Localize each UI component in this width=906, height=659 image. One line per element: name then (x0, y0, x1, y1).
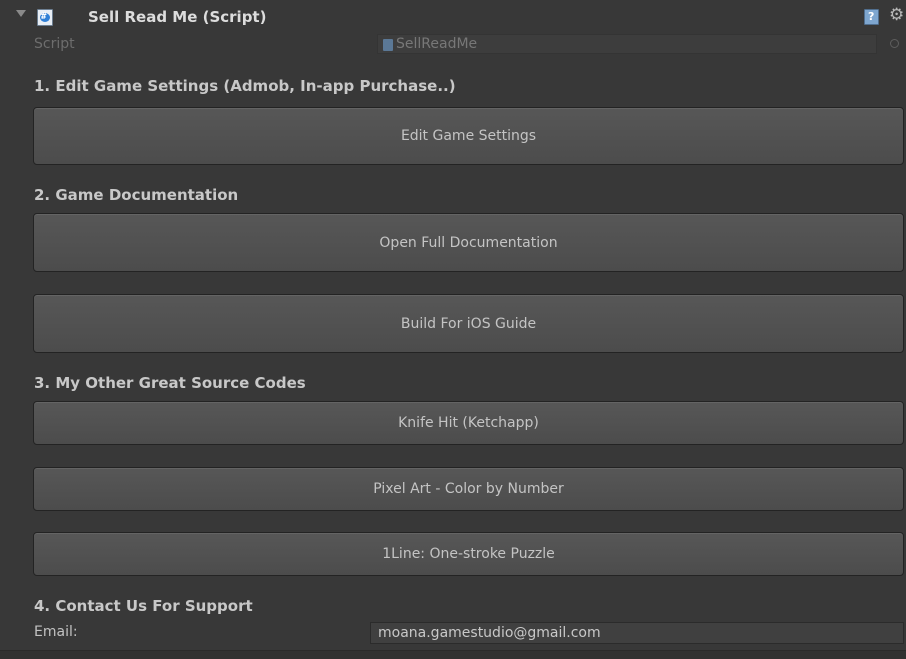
object-picker-icon[interactable] (890, 39, 899, 48)
ios-guide-button[interactable]: Build For iOS Guide (33, 294, 904, 353)
script-label: Script (34, 36, 75, 52)
pixel-art-button[interactable]: Pixel Art - Color by Number (33, 467, 904, 511)
component-header[interactable]: # Sell Read Me (Script) ? ⚙ (0, 0, 906, 32)
section-heading-sources: 3. My Other Great Source Codes (34, 374, 306, 392)
script-reference-field[interactable]: SellReadMe (377, 34, 877, 54)
email-field-container (370, 622, 904, 644)
script-reference-value: SellReadMe (396, 36, 478, 52)
panel-bottom-edge (0, 650, 906, 659)
inspector-panel: # Sell Read Me (Script) ? ⚙ Script SellR… (0, 0, 906, 659)
foldout-arrow-icon[interactable] (16, 10, 26, 17)
gear-icon[interactable]: ⚙ (889, 5, 904, 25)
section-heading-contact: 4. Contact Us For Support (34, 597, 253, 615)
one-line-button[interactable]: 1Line: One-stroke Puzzle (33, 532, 904, 576)
help-book-icon[interactable]: ? (864, 9, 879, 25)
script-row: Script SellReadMe (0, 34, 906, 56)
edit-game-settings-button[interactable]: Edit Game Settings (33, 107, 904, 165)
csharp-script-icon: # (37, 9, 53, 26)
script-icon-glyph: # (41, 12, 47, 22)
section-heading-settings: 1. Edit Game Settings (Admob, In-app Pur… (34, 77, 456, 95)
section-heading-docs: 2. Game Documentation (34, 186, 239, 204)
help-glyph: ? (868, 10, 875, 23)
email-field[interactable] (371, 623, 903, 643)
knife-hit-button[interactable]: Knife Hit (Ketchapp) (33, 401, 904, 445)
open-documentation-button[interactable]: Open Full Documentation (33, 213, 904, 272)
script-file-icon (383, 39, 393, 51)
email-label: Email: (34, 624, 78, 640)
component-title: Sell Read Me (Script) (88, 8, 267, 26)
